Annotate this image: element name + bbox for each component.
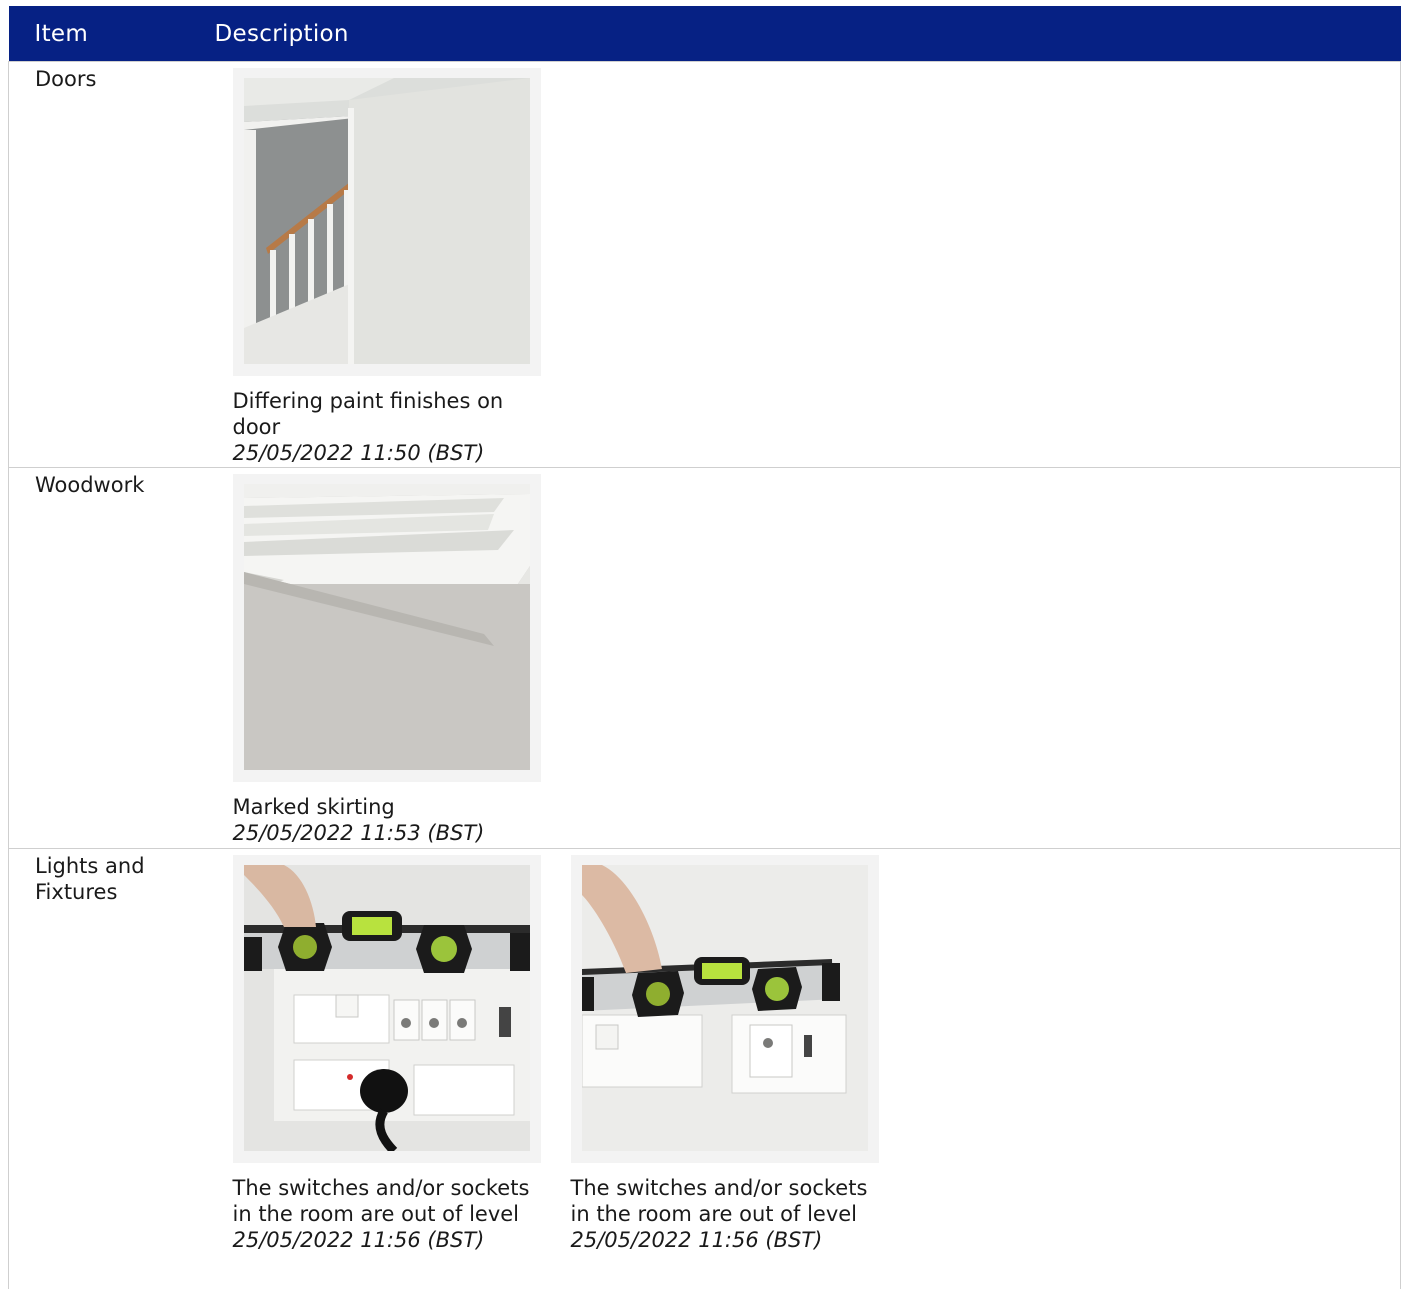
photo-thumbnail[interactable] (233, 68, 541, 376)
photo-timestamp: 25/05/2022 11:53 (BST) (233, 820, 543, 846)
photo-timestamp: 25/05/2022 11:56 (BST) (571, 1227, 881, 1253)
photo-list: Marked skirting 25/05/2022 11:53 (BST) (209, 468, 1401, 846)
report-table: Item Description Doors (8, 6, 1401, 1289)
staircase-door-photo (244, 78, 530, 364)
table-header-row: Item Description (9, 6, 1401, 62)
photo-list: Differing paint finishes on door 25/05/2… (209, 62, 1401, 466)
item-label: Lights and Fixtures (9, 849, 175, 905)
table-row: Lights and Fixtures (9, 849, 1401, 1289)
photo-timestamp: 25/05/2022 11:56 (BST) (233, 1227, 543, 1253)
skirting-carpet-photo (244, 484, 530, 770)
photo-timestamp: 25/05/2022 11:50 (BST) (233, 440, 543, 466)
spirit-level-sockets-photo (244, 865, 530, 1151)
photo-thumbnail[interactable] (571, 855, 879, 1163)
item-label: Woodwork (9, 468, 175, 498)
photo-list: The switches and/or sockets in the room … (209, 849, 1401, 1253)
header-item: Item (9, 6, 209, 62)
photo-card: Marked skirting 25/05/2022 11:53 (BST) (233, 474, 543, 846)
table-row: Doors (9, 62, 1401, 468)
photo-caption: Differing paint finishes on door (233, 388, 533, 440)
photo-card: The switches and/or sockets in the room … (233, 855, 543, 1253)
header-description: Description (209, 6, 1401, 62)
item-label: Doors (9, 62, 175, 92)
photo-card: Differing paint finishes on door 25/05/2… (233, 68, 543, 466)
table-row: Woodwork (9, 468, 1401, 849)
photo-thumbnail[interactable] (233, 855, 541, 1163)
photo-card: The switches and/or sockets in the room … (571, 855, 881, 1253)
photo-caption: The switches and/or sockets in the room … (233, 1175, 533, 1227)
spirit-level-socket-photo (582, 865, 868, 1151)
photo-caption: The switches and/or sockets in the room … (571, 1175, 871, 1227)
photo-caption: Marked skirting (233, 794, 533, 820)
photo-thumbnail[interactable] (233, 474, 541, 782)
